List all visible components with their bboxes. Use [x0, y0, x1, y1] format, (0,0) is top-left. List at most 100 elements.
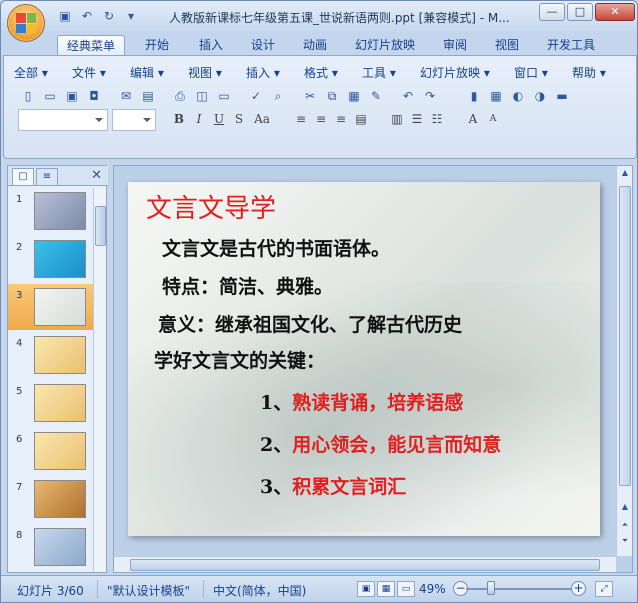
normal-view-icon[interactable]: ▣ — [357, 581, 375, 597]
horizontal-scrollbar[interactable] — [114, 556, 616, 572]
zoom-slider-knob[interactable] — [487, 581, 495, 595]
shrink-font-button[interactable]: A — [484, 110, 502, 128]
chart-icon[interactable]: ▮ — [464, 86, 484, 106]
template-name[interactable]: "默认设计模板" — [107, 582, 190, 599]
thumbnail-row[interactable]: 1 — [8, 188, 94, 234]
save-icon[interactable]: ▣ — [62, 86, 82, 106]
slide-title[interactable]: 文言文导学 — [146, 188, 276, 225]
slide-sorter-icon[interactable]: ▦ — [377, 581, 395, 597]
spelling-icon[interactable]: ✓ — [246, 86, 266, 106]
new-file-icon[interactable]: ▯ — [18, 86, 38, 106]
horizontal-scroll-thumb[interactable] — [130, 559, 600, 571]
previous-slide-icon[interactable]: ⏶ — [619, 520, 631, 532]
copy-icon[interactable]: ⧉ — [322, 86, 342, 106]
slides-tab[interactable]: ▢ — [12, 168, 34, 185]
save-icon[interactable]: ▣ — [57, 8, 73, 24]
more-tools-icon[interactable]: ▬ — [552, 86, 572, 106]
italic-button[interactable]: I — [190, 110, 208, 128]
slide-list-item[interactable]: 3、积累文言词汇 — [260, 472, 406, 499]
print-icon[interactable]: ⎙ — [170, 86, 190, 106]
menu-slideshow[interactable]: 幻灯片放映 ▾ — [420, 64, 514, 81]
thumbnail-row-selected[interactable]: 3 — [8, 284, 94, 330]
slide-thumbnail[interactable] — [34, 432, 86, 470]
panel-scroll-thumb[interactable] — [95, 206, 106, 246]
menu-help[interactable]: 帮助 ▾ — [572, 64, 616, 81]
thumbnail-row[interactable]: 4 — [8, 332, 94, 378]
outline-tab[interactable]: ≡ — [36, 168, 58, 185]
zoom-level[interactable]: 49% — [419, 582, 446, 596]
thumbnail-row[interactable]: 5 — [8, 380, 94, 426]
bold-button[interactable]: B — [170, 110, 188, 128]
slideshow-view-icon[interactable]: ▭ — [397, 581, 415, 597]
slide-canvas[interactable]: 文言文导学 文言文是古代的书面语体。 特点：简洁、典雅。 意义：继承祖国文化、了… — [128, 182, 600, 536]
fit-to-window-icon[interactable]: ⤢ — [595, 581, 613, 597]
print-preview-icon[interactable]: ◫ — [192, 86, 212, 106]
office-button[interactable] — [7, 4, 45, 42]
close-button[interactable]: ✕ — [595, 3, 635, 21]
thumbnail-row[interactable]: 6 — [8, 428, 94, 474]
tab-developer[interactable]: 开发工具 — [541, 35, 601, 55]
thumbnail-row[interactable]: 7 — [8, 476, 94, 522]
justify-icon[interactable]: ▤ — [352, 110, 370, 128]
slide-thumbnail[interactable] — [34, 192, 86, 230]
menu-insert[interactable]: 插入 ▾ — [246, 64, 304, 81]
change-case-button[interactable]: Aa — [250, 110, 274, 128]
menu-file[interactable]: 文件 ▾ — [72, 64, 130, 81]
publish-icon[interactable]: ▤ — [138, 86, 158, 106]
slide-thumbnail[interactable] — [34, 480, 86, 518]
font-name-combo[interactable] — [18, 109, 108, 131]
slide-list-item[interactable]: 1、熟读背诵，培养语感 — [260, 388, 463, 415]
grow-font-button[interactable]: A — [464, 110, 482, 128]
tab-classic-menu[interactable]: 经典菜单 — [57, 35, 125, 55]
slide-view-icon[interactable]: ▭ — [214, 86, 234, 106]
cut-icon[interactable]: ✂ — [300, 86, 320, 106]
vertical-scrollbar[interactable]: ▲ ▲ ⏶ ⏷ — [616, 166, 632, 556]
research-icon[interactable]: ⌕ — [268, 86, 288, 106]
align-right-icon[interactable]: ≡ — [332, 110, 350, 128]
email-icon[interactable]: ✉ — [116, 86, 136, 106]
redo-icon[interactable]: ↷ — [420, 86, 440, 106]
table-icon[interactable]: ▦ — [486, 86, 506, 106]
slide-thumbnail[interactable] — [34, 336, 86, 374]
scroll-up-icon[interactable]: ▲ — [619, 168, 631, 180]
columns-icon[interactable]: ▥ — [388, 110, 406, 128]
slide-text-line[interactable]: 意义：继承祖国文化、了解古代历史 — [158, 310, 462, 337]
tab-home[interactable]: 开始 — [137, 35, 177, 55]
panel-scrollbar[interactable] — [93, 188, 106, 572]
paste-icon[interactable]: ▦ — [344, 86, 364, 106]
next-slide-icon[interactable]: ⏷ — [619, 536, 631, 548]
minimize-button[interactable]: — — [539, 3, 565, 21]
zoom-in-button[interactable]: + — [571, 581, 586, 596]
zoom-slider-track[interactable] — [466, 588, 574, 590]
slide-text-line[interactable]: 文言文是古代的书面语体。 — [162, 234, 390, 261]
thumbnail-row[interactable]: 2 — [8, 236, 94, 282]
slide-thumbnail[interactable] — [34, 528, 86, 566]
language-indicator[interactable]: 中文(简体，中国) — [213, 582, 306, 599]
panel-close-icon[interactable]: ✕ — [91, 168, 102, 183]
align-center-icon[interactable]: ≡ — [312, 110, 330, 128]
underline-button[interactable]: U — [210, 110, 228, 128]
menu-view[interactable]: 视图 ▾ — [188, 64, 246, 81]
qat-more-icon[interactable]: ▾ — [123, 8, 139, 24]
vertical-scroll-thumb[interactable] — [619, 186, 631, 486]
tab-review[interactable]: 审阅 — [435, 35, 475, 55]
shadow-button[interactable]: S — [230, 110, 248, 128]
slide-list-item[interactable]: 2、用心领会，能见言而知意 — [260, 430, 501, 457]
menu-tools[interactable]: 工具 ▾ — [362, 64, 420, 81]
tab-insert[interactable]: 插入 — [191, 35, 231, 55]
tab-slideshow[interactable]: 幻灯片放映 — [349, 35, 421, 55]
undo-icon[interactable]: ↶ — [79, 8, 95, 24]
maximize-button[interactable]: □ — [567, 3, 593, 21]
redo-icon[interactable]: ↻ — [101, 8, 117, 24]
slide-text-line[interactable]: 学好文言文的关键： — [154, 346, 325, 373]
numbering-icon[interactable]: ☰ — [408, 110, 426, 128]
font-size-combo[interactable] — [112, 109, 156, 131]
menu-all[interactable]: 全部 ▾ — [14, 64, 72, 81]
tab-design[interactable]: 设计 — [243, 35, 283, 55]
menu-edit[interactable]: 编辑 ▾ — [130, 64, 188, 81]
slide-text-line[interactable]: 特点：简洁、典雅。 — [162, 272, 333, 299]
format-painter-icon[interactable]: ✎ — [366, 86, 386, 106]
bullets-icon[interactable]: ☷ — [428, 110, 446, 128]
tab-view[interactable]: 视图 — [487, 35, 527, 55]
menu-format[interactable]: 格式 ▾ — [304, 64, 362, 81]
